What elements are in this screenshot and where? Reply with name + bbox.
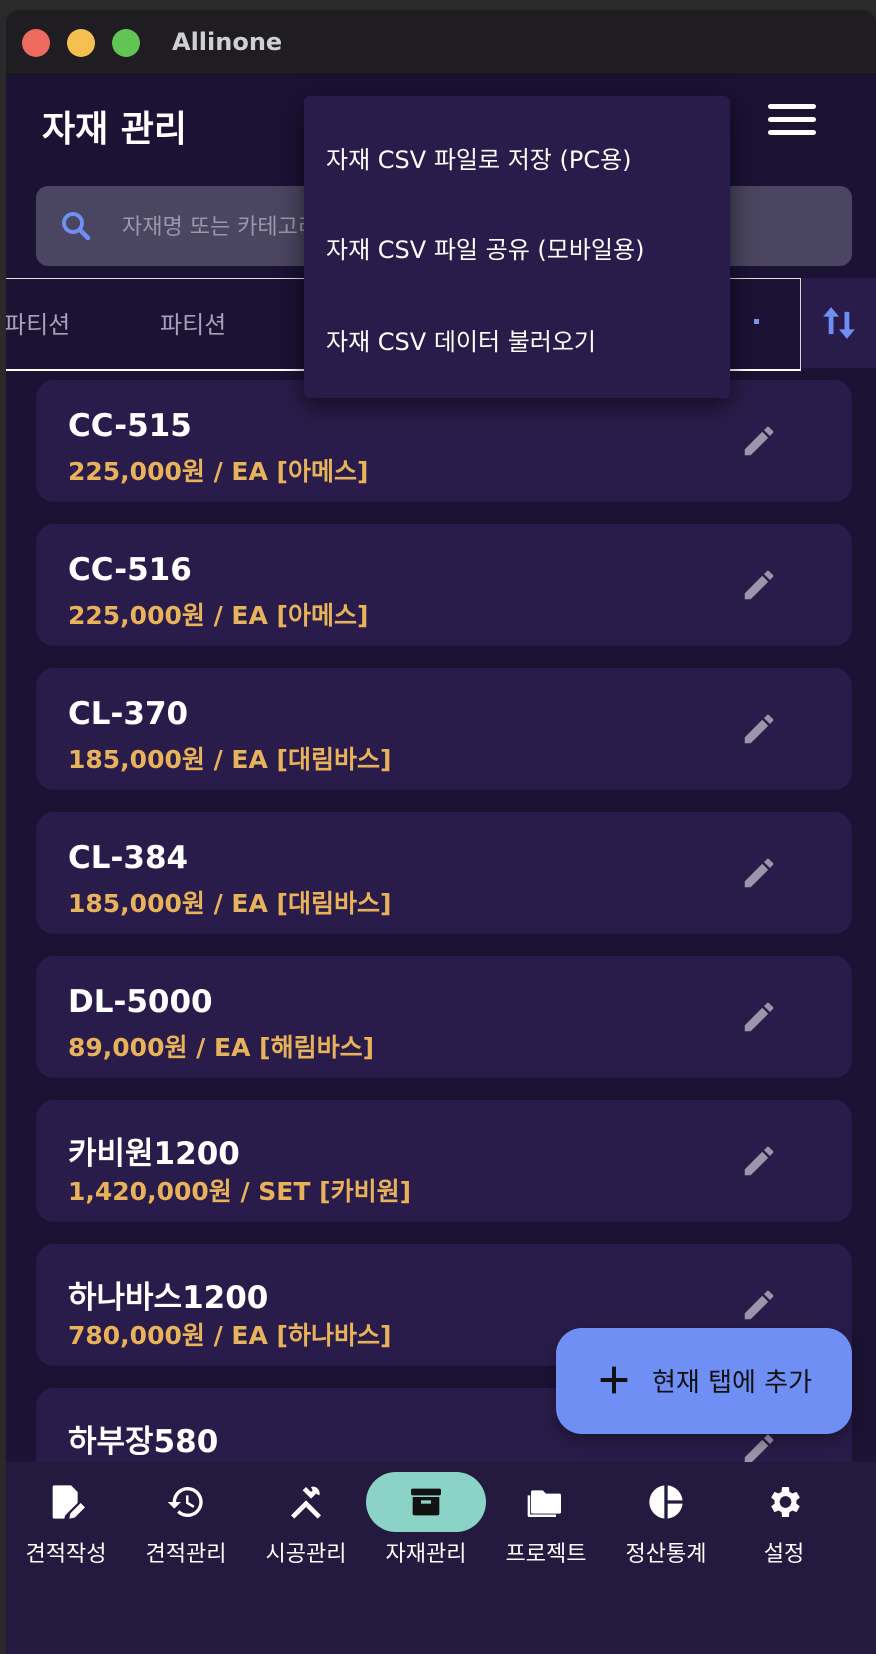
nav-item-settings[interactable]: 설정: [722, 1462, 846, 1582]
edit-document-icon: [52, 1485, 85, 1519]
menu-item-import-csv[interactable]: 자재 CSV 데이터 불러오기: [326, 322, 596, 357]
nav-item-quote-manage[interactable]: 견적관리: [124, 1462, 248, 1582]
edit-icon[interactable]: [740, 566, 778, 604]
material-card[interactable]: CC-515 225,000원 / EA [아메스]: [36, 380, 852, 502]
pie-chart-icon: [649, 1485, 683, 1519]
nav-label: 정산통계: [625, 1542, 707, 1567]
edit-icon[interactable]: [740, 998, 778, 1036]
material-price: 185,000원 / EA [대림바스]: [68, 889, 392, 918]
nav-label: 견적관리: [145, 1542, 227, 1567]
close-window-button[interactable]: [22, 29, 50, 57]
edit-icon[interactable]: [740, 710, 778, 748]
material-card[interactable]: 카비원1200 1,420,000원 / SET [카비원]: [36, 1100, 852, 1222]
hamburger-icon-line: [768, 130, 816, 135]
nav-label: 설정: [763, 1542, 805, 1567]
material-card[interactable]: CC-516 225,000원 / EA [아메스]: [36, 524, 852, 646]
add-to-current-tab-button[interactable]: 현재 탭에 추가: [556, 1328, 852, 1434]
nav-item-statistics[interactable]: 정산통계: [604, 1462, 728, 1582]
folder-icon: [527, 1490, 561, 1517]
app-window: Allinone 자재 관리 파티션 파티션 CC-515 225,000원 /…: [6, 10, 876, 1654]
menu-button[interactable]: [768, 104, 816, 144]
material-price: 185,000원 / EA [대림바스]: [68, 745, 392, 774]
edit-icon[interactable]: [740, 1142, 778, 1180]
nav-item-quote-create[interactable]: 견적작성: [6, 1462, 128, 1582]
edit-icon[interactable]: [740, 1286, 778, 1324]
overflow-menu: 자재 CSV 파일로 저장 (PC용) 자재 CSV 파일 공유 (모바일용) …: [304, 96, 730, 398]
tools-icon: [291, 1486, 321, 1519]
material-name: DL-5000: [68, 984, 213, 1020]
edit-icon[interactable]: [740, 422, 778, 460]
sort-icon: [823, 307, 855, 339]
material-name: 하부장580: [68, 1424, 219, 1460]
nav-label: 프로젝트: [505, 1542, 587, 1567]
material-price: 1,420,000원 / SET [카비원]: [68, 1177, 411, 1206]
minimize-window-button[interactable]: [67, 29, 95, 57]
hamburger-icon-line: [768, 117, 816, 122]
page-title: 자재 관리: [42, 109, 188, 150]
material-card[interactable]: CL-370 185,000원 / EA [대림바스]: [36, 668, 852, 790]
nav-label: 견적작성: [25, 1542, 107, 1567]
nav-item-materials[interactable]: 자재관리: [364, 1462, 488, 1582]
hamburger-icon: [768, 104, 816, 109]
nav-item-construction[interactable]: 시공관리: [244, 1462, 368, 1582]
title-bar: Allinone: [6, 10, 876, 75]
material-price: 225,000원 / EA [아메스]: [68, 457, 369, 486]
menu-item-share-csv[interactable]: 자재 CSV 파일 공유 (모바일용): [326, 230, 644, 265]
material-price: 780,000원 / EA [하나바스]: [68, 1321, 392, 1350]
tab-partition-2[interactable]: 파티션: [160, 305, 226, 340]
nav-label: 시공관리: [265, 1542, 347, 1567]
material-price: 225,000원 / EA [아메스]: [68, 601, 369, 630]
edit-icon[interactable]: [740, 854, 778, 892]
search-icon: [62, 212, 91, 241]
history-icon: [167, 1487, 203, 1517]
plus-icon: [600, 1366, 628, 1394]
material-card[interactable]: CL-384 185,000원 / EA [대림바스]: [36, 812, 852, 934]
material-name: CC-515: [68, 408, 192, 444]
fab-label: 현재 탭에 추가: [652, 1368, 813, 1398]
material-name: 카비원1200: [68, 1136, 240, 1172]
archive-icon: [411, 1488, 441, 1516]
menu-item-export-csv[interactable]: 자재 CSV 파일로 저장 (PC용): [326, 140, 632, 175]
material-card[interactable]: DL-5000 89,000원 / EA [해림바스]: [36, 956, 852, 1078]
window-title: Allinone: [172, 28, 283, 56]
tab-partition-1[interactable]: 파티션: [6, 305, 70, 340]
tab-indicator: [754, 319, 759, 324]
sort-button[interactable]: [802, 278, 876, 368]
nav-item-projects[interactable]: 프로젝트: [484, 1462, 608, 1582]
material-name: CL-384: [68, 840, 189, 876]
gear-icon: [771, 1487, 800, 1517]
material-name: 하나바스1200: [68, 1280, 269, 1316]
maximize-window-button[interactable]: [112, 29, 140, 57]
material-name: CC-516: [68, 552, 192, 588]
nav-label: 자재관리: [385, 1542, 467, 1567]
material-price: 89,000원 / EA [해림바스]: [68, 1033, 374, 1062]
material-name: CL-370: [68, 696, 189, 732]
bottom-navigation: 견적작성 견적관리 시공관리 자재관리 프로젝트 정산통계 설정: [6, 1462, 876, 1654]
